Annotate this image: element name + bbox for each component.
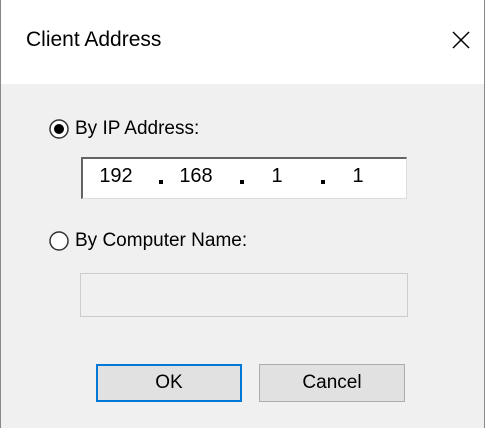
close-icon [452,31,470,49]
radio-selected-icon[interactable] [49,119,69,139]
ip-dot-separator [159,180,163,184]
by-ip-address-option[interactable]: By IP Address: [49,114,199,144]
ip-octet-4[interactable]: 1 [333,165,383,188]
radio-unselected-icon[interactable] [49,231,69,251]
by-computer-name-option[interactable]: By Computer Name: [49,226,247,256]
by-computer-name-label: By Computer Name: [75,230,248,251]
ip-octet-1[interactable]: 192 [91,165,141,188]
ip-dot-separator [240,180,244,184]
computer-name-field [80,273,408,317]
ip-dot-separator [321,180,325,184]
client-address-dialog: Client Address By IP Address: 192 168 1 … [0,0,485,428]
dialog-title: Client Address [26,28,162,51]
title-bar: Client Address [1,0,484,84]
ok-button[interactable]: OK [96,364,242,402]
close-button[interactable] [441,20,481,60]
cancel-button[interactable]: Cancel [259,364,405,402]
ip-address-field[interactable]: 192 168 1 1 [81,157,407,199]
ip-octet-2[interactable]: 168 [171,165,221,188]
ip-octet-3[interactable]: 1 [252,165,302,188]
by-ip-address-label: By IP Address: [75,118,200,139]
